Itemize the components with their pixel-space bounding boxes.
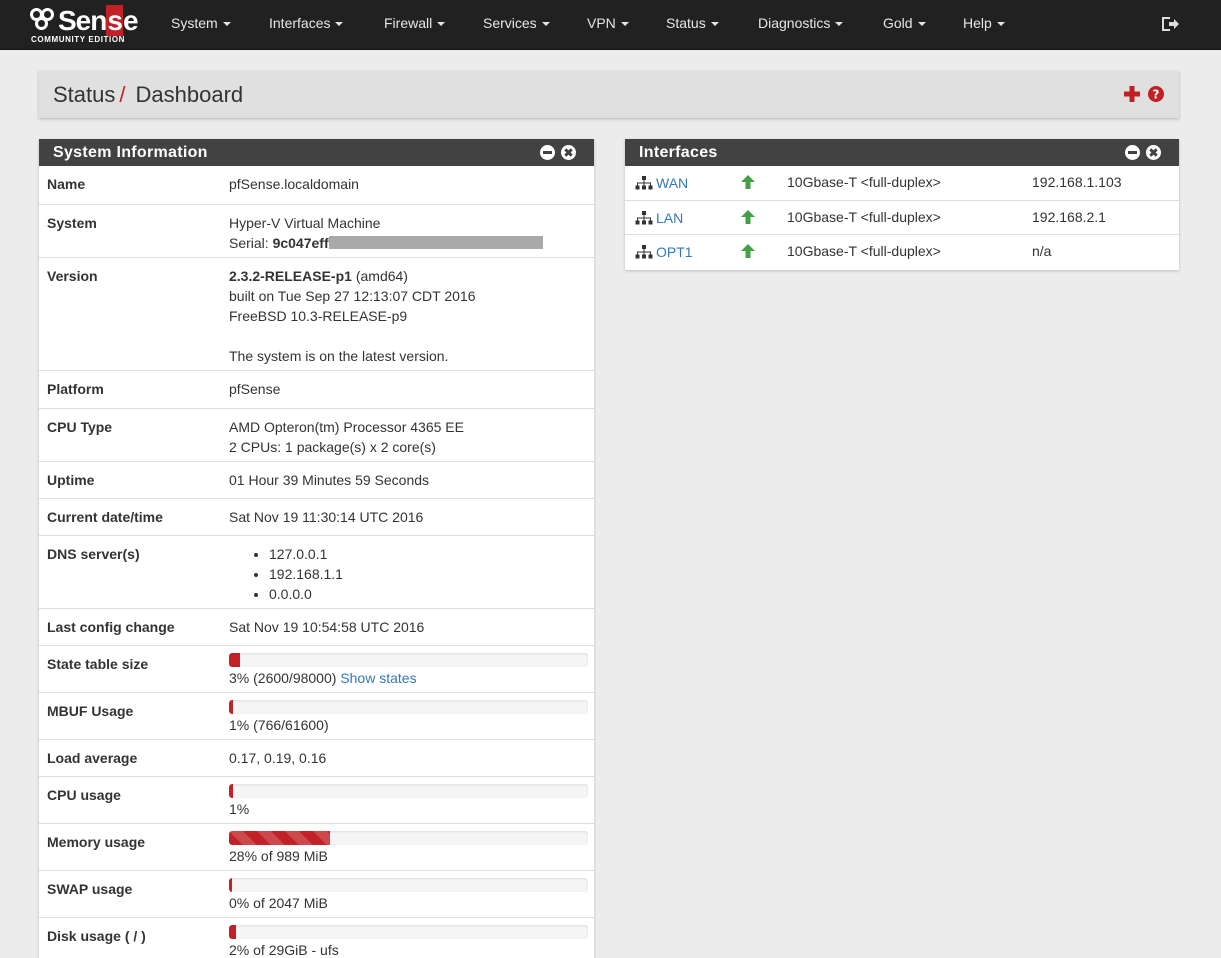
row-cpu-usage: CPU usage 1%	[39, 776, 594, 823]
logo-edition: COMMUNITY EDITION	[31, 35, 126, 44]
close-icon[interactable]	[561, 145, 576, 160]
row-memory: Memory usage 28% of 989 MiB	[39, 823, 594, 870]
row-cpu-type: CPU Type AMD Opteron(tm) Processor 4365 …	[39, 408, 594, 461]
nav-vpn[interactable]: VPN	[587, 0, 629, 50]
caret-down-icon	[996, 22, 1005, 27]
row-state-table: State table size 3% (2600/98000) Show st…	[39, 645, 594, 692]
row-dns: DNS server(s) 127.0.0.1 192.168.1.1 0.0.…	[39, 535, 594, 608]
interface-link-opt1[interactable]: OPT1	[656, 244, 693, 260]
show-states-link[interactable]: Show states	[340, 670, 416, 686]
nav-firewall[interactable]: Firewall	[384, 0, 446, 50]
row-platform: Platform pfSense	[39, 370, 594, 408]
page-header: Status / Dashboard ?	[39, 71, 1179, 118]
interface-row-lan: LAN 10Gbase-T <full-duplex> 192.168.2.1	[625, 200, 1179, 234]
page-title: Dashboard	[135, 82, 244, 107]
caret-down-icon	[437, 22, 446, 27]
interfaces-panel: Interfaces WAN 10Gbase-T <full-duplex> 1…	[625, 139, 1179, 270]
caret-down-icon	[335, 22, 344, 27]
nav-status[interactable]: Status	[666, 0, 719, 50]
caret-down-icon	[917, 22, 926, 27]
breadcrumb-status[interactable]: Status	[53, 82, 115, 107]
row-uptime: Uptime 01 Hour 39 Minutes 59 Seconds	[39, 461, 594, 498]
row-name: Name pfSense.localdomain	[47, 176, 359, 192]
network-icon	[635, 245, 653, 259]
svg-text:?: ?	[1153, 88, 1160, 102]
nav-diagnostics[interactable]: Diagnostics	[758, 0, 844, 50]
dns-server: 127.0.0.1	[269, 544, 343, 564]
logout-icon[interactable]	[1160, 14, 1180, 34]
swap-usage-progress	[229, 878, 588, 892]
update-status: The system is on the latest version.	[229, 348, 449, 364]
row-disk: Disk usage ( / ) 2% of 29GiB - ufs	[39, 917, 594, 958]
dns-server: 192.168.1.1	[269, 564, 343, 584]
panel-title: System Information	[53, 144, 208, 161]
redacted-block	[328, 236, 543, 250]
help-icon[interactable]: ?	[1147, 85, 1165, 103]
top-navbar: Sense COMMUNITY EDITION System Interface…	[0, 0, 1221, 50]
mbuf-progress	[229, 700, 588, 714]
disk-usage-progress	[229, 925, 588, 939]
row-load-average: Load average 0.17, 0.19, 0.16	[39, 739, 594, 776]
row-mbuf: MBUF Usage 1% (766/61600)	[39, 692, 594, 739]
network-icon	[635, 176, 653, 190]
state-table-progress	[229, 653, 588, 667]
close-icon[interactable]	[1146, 145, 1161, 160]
nav-gold[interactable]: Gold	[883, 0, 926, 50]
panel-title: Interfaces	[639, 144, 718, 161]
row-version: Version 2.3.2-RELEASE-p1 (amd64) built o…	[39, 257, 594, 370]
minimize-icon[interactable]	[1125, 145, 1140, 160]
breadcrumb-separator: /	[119, 82, 126, 107]
interface-link-wan[interactable]: WAN	[656, 175, 688, 191]
nav-interfaces[interactable]: Interfaces	[269, 0, 344, 50]
caret-down-icon	[835, 22, 844, 27]
pfsense-logo[interactable]: Sense COMMUNITY EDITION	[30, 5, 140, 44]
panel-heading: System Information	[39, 139, 594, 166]
nav-system[interactable]: System	[171, 0, 231, 50]
panel-heading: Interfaces	[625, 139, 1179, 166]
row-last-config: Last config change Sat Nov 19 10:54:58 U…	[39, 608, 594, 645]
dns-list: 127.0.0.1 192.168.1.1 0.0.0.0	[229, 544, 343, 604]
network-icon	[635, 211, 653, 225]
caret-down-icon	[710, 22, 719, 27]
add-widget-icon[interactable]	[1123, 85, 1141, 103]
interface-row-opt1: OPT1 10Gbase-T <full-duplex> n/a	[625, 234, 1179, 268]
caret-down-icon	[541, 22, 550, 27]
row-system: System Hyper-V Virtual Machine Serial: 9…	[39, 204, 594, 257]
serial-value: 9c047eff	[272, 235, 329, 251]
breadcrumb: Status / Dashboard	[53, 82, 243, 108]
interface-link-lan[interactable]: LAN	[656, 210, 683, 226]
arrow-up-icon	[741, 175, 755, 189]
row-datetime: Current date/time Sat Nov 19 11:30:14 UT…	[39, 498, 594, 535]
minimize-icon[interactable]	[540, 145, 555, 160]
cpu-usage-progress	[229, 784, 588, 798]
version-number: 2.3.2-RELEASE-p1	[229, 268, 352, 284]
memory-usage-progress	[229, 831, 588, 845]
row-swap: SWAP usage 0% of 2047 MiB	[39, 870, 594, 917]
logo-wordmark: Sense	[30, 5, 138, 36]
caret-down-icon	[620, 22, 629, 27]
arrow-up-icon	[741, 210, 755, 224]
dns-server: 0.0.0.0	[269, 584, 343, 604]
interface-row-wan: WAN 10Gbase-T <full-duplex> 192.168.1.10…	[625, 166, 1179, 200]
nav-services[interactable]: Services	[483, 0, 550, 50]
system-information-panel: System Information Name pfSense.localdom…	[39, 139, 594, 958]
arrow-up-icon	[741, 244, 755, 258]
caret-down-icon	[222, 22, 231, 27]
pf-logo-icon	[30, 8, 58, 34]
nav-help[interactable]: Help	[963, 0, 1005, 50]
